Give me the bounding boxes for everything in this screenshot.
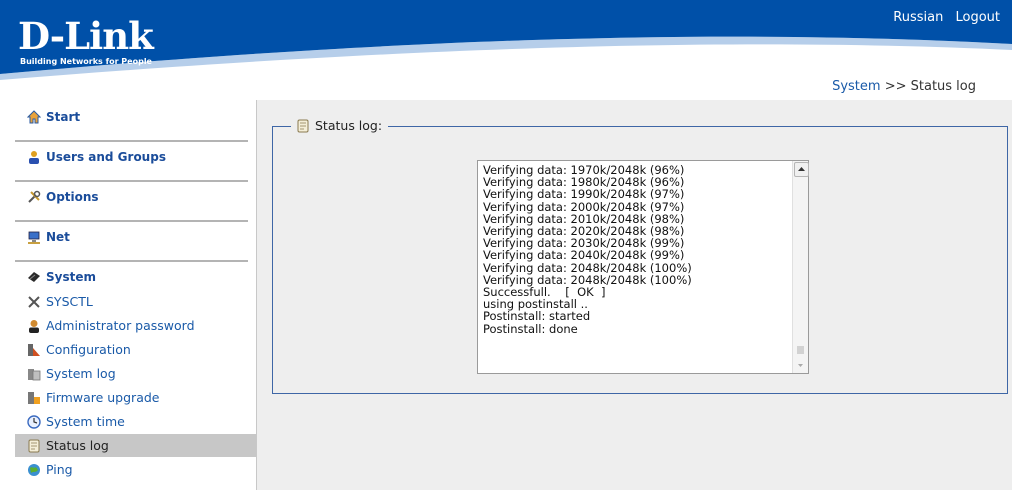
breadcrumb-system-link[interactable]: System: [832, 79, 880, 94]
sidebar-item-label: Firmware upgrade: [46, 390, 160, 405]
sidebar-section-net: Net: [15, 220, 248, 262]
sidebar-item-label: Status log: [46, 438, 109, 453]
sidebar-item-ping[interactable]: Ping: [15, 458, 256, 481]
firmware-icon: [27, 391, 41, 405]
sidebar-item-label: System log: [46, 366, 116, 381]
sidebar: Start Users and Groups Options Net Syste…: [0, 100, 257, 490]
sidebar-system-link[interactable]: System: [27, 270, 96, 284]
main-content: Status log: Verifying data: 1970k/2048k …: [257, 100, 1012, 490]
admin-icon: [27, 319, 41, 333]
logout-link[interactable]: Logout: [955, 10, 1000, 25]
status-log-textarea[interactable]: Verifying data: 1970k/2048k (96%) Verify…: [477, 160, 809, 374]
sidebar-item-sysctl[interactable]: SYSCTL: [15, 290, 256, 313]
sidebar-users-link[interactable]: Users and Groups: [27, 150, 166, 164]
page-header: D-Link Building Networks for People Russ…: [0, 0, 1012, 100]
sidebar-item-configuration[interactable]: Configuration: [15, 338, 256, 361]
scroll-up-button[interactable]: [794, 162, 809, 177]
sidebar-section-system: System: [15, 260, 248, 290]
grip-icon: [797, 346, 804, 354]
system-icon: [27, 270, 41, 284]
status-log-legend: Status log:: [291, 118, 389, 133]
ping-icon: [27, 463, 41, 477]
status-log-fieldset: Status log: Verifying data: 1970k/2048k …: [272, 118, 1008, 394]
sidebar-item-label: SYSCTL: [46, 294, 93, 309]
sidebar-start-label: Start: [46, 110, 81, 124]
sidebar-item-label: System time: [46, 414, 125, 429]
sidebar-item-firmware-upgrade[interactable]: Firmware upgrade: [15, 386, 256, 409]
sidebar-item-status-log[interactable]: Status log: [15, 434, 256, 457]
sidebar-item-administrator-password[interactable]: Administrator password: [15, 314, 256, 337]
scroll-up-arrow-icon: [798, 167, 805, 171]
sidebar-options-label: Options: [46, 190, 99, 204]
sidebar-item-system-log[interactable]: System log: [15, 362, 256, 385]
breadcrumb-separator: >>: [880, 79, 911, 94]
top-links: Russian Logout: [885, 10, 1000, 25]
log-scrollbar[interactable]: [792, 161, 809, 373]
wrench-icon: [27, 295, 41, 309]
sidebar-system-label: System: [46, 270, 96, 284]
sidebar-item-label: Ping: [46, 462, 73, 477]
breadcrumb: System >> Status log: [832, 79, 976, 94]
scroll-down-button[interactable]: [794, 359, 807, 372]
sidebar-section-users: Users and Groups: [15, 140, 248, 182]
sidebar-users-label: Users and Groups: [46, 150, 166, 164]
scroll-thumb[interactable]: [795, 343, 806, 357]
home-icon: [26, 110, 42, 124]
sidebar-options-link[interactable]: Options: [27, 190, 99, 204]
system-log-icon: [27, 367, 41, 381]
status-log-content: Verifying data: 1970k/2048k (96%) Verify…: [483, 163, 692, 336]
status-log-title: Status log:: [315, 118, 383, 133]
sidebar-net-link[interactable]: Net: [27, 230, 70, 244]
logo-tagline: Building Networks for People: [20, 57, 152, 66]
language-russian-link[interactable]: Russian: [893, 10, 943, 25]
users-icon: [27, 150, 41, 164]
status-log-icon: [27, 439, 41, 453]
network-icon: [27, 230, 41, 244]
configuration-icon: [27, 343, 41, 357]
tools-icon: [27, 190, 41, 204]
logo-text: D-Link: [18, 14, 154, 58]
scroll-down-arrow-icon: [798, 364, 803, 367]
clock-icon: [27, 414, 41, 429]
sidebar-item-label: Administrator password: [46, 318, 195, 333]
sidebar-item-label: Configuration: [46, 342, 131, 357]
breadcrumb-current: Status log: [910, 79, 976, 94]
sidebar-item-system-time[interactable]: System time: [15, 410, 256, 433]
sidebar-section-options: Options: [15, 180, 248, 222]
sidebar-start-link[interactable]: Start: [26, 110, 81, 124]
sidebar-section-start: Start: [15, 100, 248, 142]
dlink-logo[interactable]: D-Link Building Networks for People: [18, 14, 154, 66]
status-log-icon: [297, 119, 310, 133]
sidebar-net-label: Net: [46, 230, 70, 244]
